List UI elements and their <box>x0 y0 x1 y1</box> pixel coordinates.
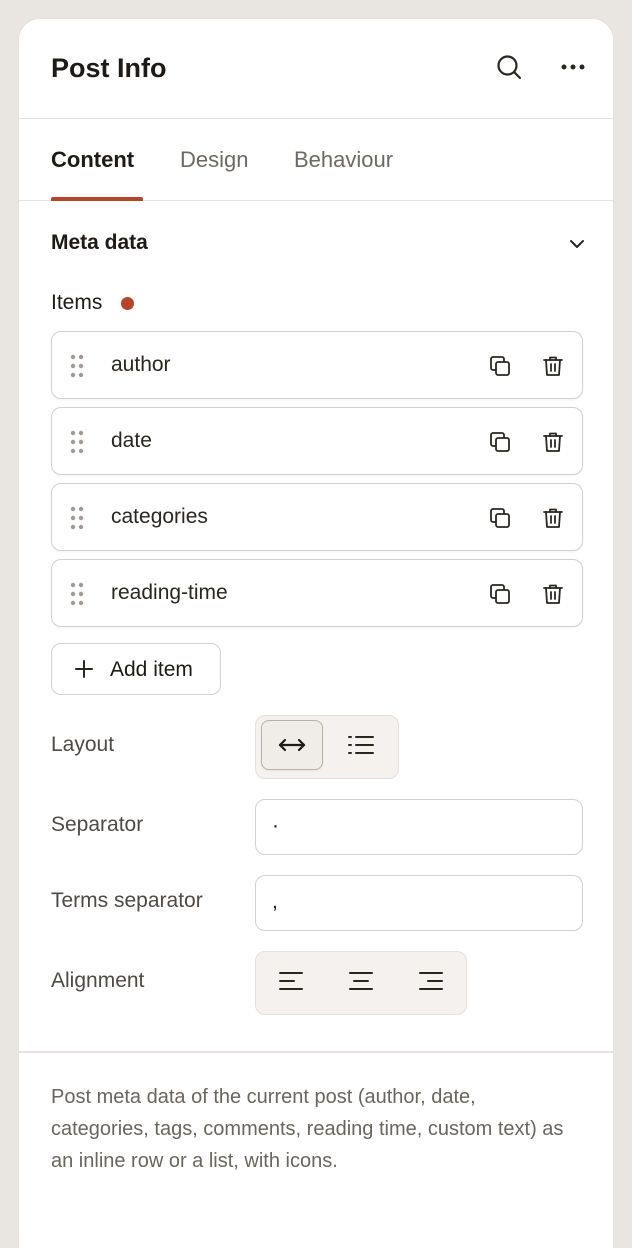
block-description: Post meta data of the current post (auth… <box>51 1086 564 1172</box>
item-label: reading-time <box>111 581 228 604</box>
tab-bar: Content Design Behaviour <box>19 119 613 201</box>
tab-content[interactable]: Content <box>51 147 134 173</box>
list-item[interactable]: author <box>51 331 583 399</box>
delete-button[interactable] <box>539 428 567 456</box>
align-right-option[interactable] <box>400 956 462 1006</box>
tab-behaviour[interactable]: Behaviour <box>294 147 393 173</box>
layout-inline-option[interactable] <box>261 720 323 770</box>
items-label: Items <box>51 291 103 314</box>
alignment-toggle <box>255 951 467 1015</box>
chevron-down-icon <box>570 240 584 248</box>
trash-icon <box>543 356 563 376</box>
trash-icon <box>543 508 563 528</box>
align-left-icon <box>279 972 303 990</box>
add-item-label: Add item <box>110 658 193 681</box>
list-item[interactable]: reading-time <box>51 559 583 627</box>
align-left-option[interactable] <box>260 956 322 1006</box>
alignment-label: Alignment <box>51 969 145 992</box>
item-label: categories <box>111 505 208 528</box>
layout-label: Layout <box>51 733 115 756</box>
delete-button[interactable] <box>539 352 567 380</box>
terms-separator-input[interactable]: , <box>255 875 583 931</box>
list-item[interactable]: date <box>51 407 583 475</box>
trash-icon <box>543 432 563 452</box>
search-button[interactable] <box>493 51 525 83</box>
terms-separator-label: Terms separator <box>51 889 203 912</box>
drag-handle-icon[interactable] <box>70 354 84 378</box>
align-center-option[interactable] <box>330 956 392 1006</box>
list-item[interactable]: categories <box>51 483 583 551</box>
layout-toggle <box>255 715 399 779</box>
item-label: date <box>111 429 152 452</box>
separator-input[interactable]: · <box>255 799 583 855</box>
delete-button[interactable] <box>539 504 567 532</box>
post-info-panel: Post Info Content Design Behaviour Meta … <box>18 18 614 1248</box>
plus-icon <box>75 660 93 678</box>
copy-icon <box>490 432 510 452</box>
tab-design[interactable]: Design <box>180 147 248 173</box>
copy-icon <box>490 508 510 528</box>
required-indicator <box>121 297 134 310</box>
copy-icon <box>490 584 510 604</box>
list-icon <box>348 736 374 754</box>
drag-handle-icon[interactable] <box>70 506 84 530</box>
section-title: Meta data <box>51 231 148 254</box>
item-label: author <box>111 353 171 376</box>
separator-label: Separator <box>51 813 144 836</box>
align-center-icon <box>349 972 373 990</box>
footer-divider <box>19 1051 613 1053</box>
more-horizontal-icon <box>561 64 585 70</box>
trash-icon <box>543 584 563 604</box>
drag-handle-icon[interactable] <box>70 582 84 606</box>
panel-title: Post Info <box>51 53 167 83</box>
delete-button[interactable] <box>539 580 567 608</box>
layout-list-option[interactable] <box>330 720 392 770</box>
collapse-section-button[interactable] <box>565 232 589 256</box>
duplicate-button[interactable] <box>486 504 514 532</box>
duplicate-button[interactable] <box>486 580 514 608</box>
duplicate-button[interactable] <box>486 352 514 380</box>
more-options-button[interactable] <box>557 51 589 83</box>
drag-handle-icon[interactable] <box>70 430 84 454</box>
add-item-button[interactable]: Add item <box>51 643 221 695</box>
search-icon <box>497 55 522 80</box>
align-right-icon <box>419 972 443 990</box>
inline-arrows-icon <box>278 738 306 752</box>
duplicate-button[interactable] <box>486 428 514 456</box>
active-tab-indicator <box>51 197 143 201</box>
panel-header: Post Info <box>19 19 613 119</box>
copy-icon <box>490 356 510 376</box>
